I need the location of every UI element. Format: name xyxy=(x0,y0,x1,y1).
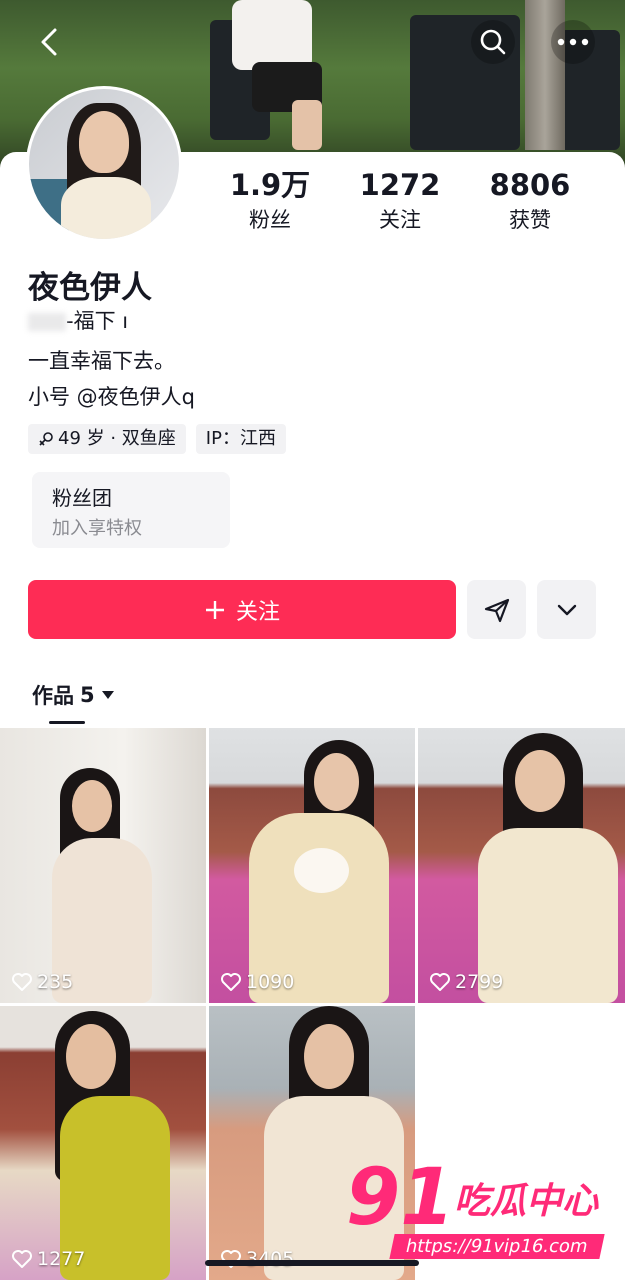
age-text: 49 岁 · 双鱼座 xyxy=(58,428,176,449)
stat-likes[interactable]: 8806 获赞 xyxy=(465,168,595,234)
expand-button[interactable] xyxy=(537,580,596,639)
fan-club-card[interactable]: 粉丝团 加入享特权 xyxy=(32,472,230,548)
search-button[interactable] xyxy=(471,20,515,64)
message-button[interactable] xyxy=(467,580,526,639)
likes-text: 235 xyxy=(37,971,74,993)
stat-label: 粉丝 xyxy=(249,208,291,232)
video-thumbnail[interactable]: 1277 xyxy=(0,1006,206,1280)
back-arrow-icon xyxy=(41,28,57,56)
bio-line-3[interactable]: 小号 @夜色伊人q xyxy=(28,381,195,411)
fan-club-title: 粉丝团 xyxy=(52,486,112,510)
more-dots-icon xyxy=(557,38,589,46)
heart-icon xyxy=(430,973,450,991)
video-thumbnail[interactable]: 1090 xyxy=(209,728,415,1003)
follow-button[interactable]: 关注 xyxy=(28,580,456,639)
likes-text: 1090 xyxy=(246,971,295,993)
blurred-text xyxy=(28,313,66,331)
stat-followers[interactable]: 1.9万 粉丝 xyxy=(205,168,335,234)
stat-number: 1.9万 xyxy=(229,168,311,202)
heart-icon xyxy=(12,1250,32,1268)
cover-person xyxy=(232,0,342,150)
likes-text: 1277 xyxy=(37,1248,86,1270)
watermark-url: https://91vip16.com xyxy=(389,1234,605,1259)
bio-line-1: -福下 ı xyxy=(28,305,128,335)
likes-count: 2799 xyxy=(430,971,503,993)
likes-count: 1090 xyxy=(221,971,294,993)
tab-works[interactable]: 作品 5 xyxy=(32,680,115,710)
avatar[interactable] xyxy=(26,86,182,242)
watermark-number: 91 xyxy=(346,1153,455,1243)
profile-name: 夜色伊人 xyxy=(28,270,152,306)
watermark-text: 吃瓜中心 xyxy=(454,1181,599,1222)
follow-label: 关注 xyxy=(235,599,280,625)
video-thumbnail[interactable]: 2799 xyxy=(418,728,625,1003)
search-icon xyxy=(480,29,506,55)
video-thumbnail[interactable]: 235 xyxy=(0,728,206,1003)
stat-label: 获赞 xyxy=(509,208,551,232)
heart-icon xyxy=(221,973,241,991)
profile-tags: 49 岁 · 双鱼座 IP：江西 xyxy=(28,424,286,454)
likes-count: 3405 xyxy=(221,1248,294,1270)
likes-count: 235 xyxy=(12,971,73,993)
more-button[interactable] xyxy=(551,20,595,64)
stat-following[interactable]: 1272 关注 xyxy=(335,168,465,234)
home-indicator xyxy=(205,1260,419,1266)
age-tag: 49 岁 · 双鱼座 xyxy=(28,424,186,454)
stats-row: 1.9万 粉丝 1272 关注 8806 获赞 xyxy=(205,168,605,234)
ip-text: IP：江西 xyxy=(205,428,276,449)
ip-tag: IP：江西 xyxy=(195,424,286,454)
stat-label: 关注 xyxy=(379,208,421,232)
likes-text: 3405 xyxy=(246,1248,295,1270)
bio-line-2: 一直幸福下去。 xyxy=(28,349,175,373)
watermark-logo: 91 吃瓜中心 https://91vip16.com xyxy=(346,1158,618,1270)
tab-works-count: 5 xyxy=(80,683,95,707)
likes-text: 2799 xyxy=(455,971,504,993)
tab-indicator xyxy=(49,721,85,724)
fan-club-subtitle: 加入享特权 xyxy=(52,518,142,539)
bio-text: -福下 ı xyxy=(66,309,129,333)
plus-icon xyxy=(205,600,224,619)
stat-number: 8806 xyxy=(489,168,571,202)
tab-works-label: 作品 xyxy=(32,684,74,708)
caret-down-icon xyxy=(101,691,114,699)
chevron-down-icon xyxy=(557,604,576,615)
heart-icon xyxy=(12,973,32,991)
send-icon xyxy=(484,598,509,622)
likes-count: 1277 xyxy=(12,1248,85,1270)
stat-number: 1272 xyxy=(359,168,441,202)
female-icon xyxy=(39,432,53,446)
back-button[interactable] xyxy=(28,20,72,64)
tree-trunk xyxy=(525,0,565,150)
